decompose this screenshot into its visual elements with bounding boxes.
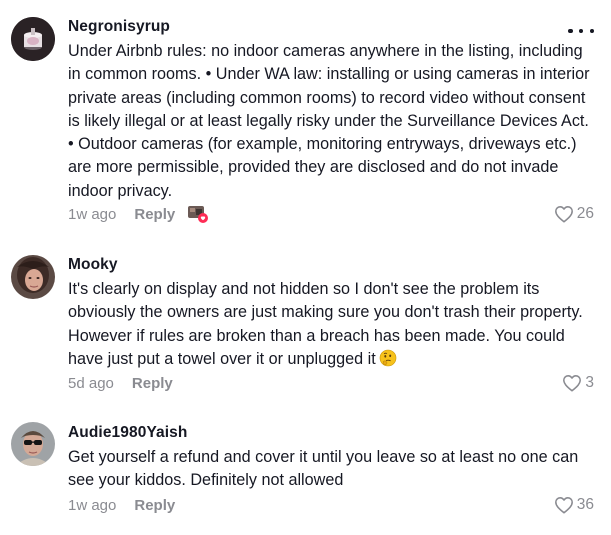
reply-button[interactable]: Reply: [134, 206, 175, 223]
comment-time: 1w ago: [68, 205, 117, 223]
comment-text: Get yourself a refund and cover it until…: [68, 448, 579, 490]
comment-item: Mooky It's clearly on display and not hi…: [0, 240, 611, 400]
comment-text: It's clearly on display and not hidden s…: [68, 278, 593, 374]
comment-username[interactable]: Audie1980Yaish: [68, 424, 187, 442]
comment-item: Audie1980Yaish Get yourself a refund and…: [0, 408, 611, 533]
heart-outline-icon: [563, 375, 582, 392]
creator-liked-sticker-icon: [187, 204, 209, 224]
heart-outline-icon: [554, 497, 573, 514]
like-button[interactable]: 36: [554, 494, 594, 516]
avatar[interactable]: [11, 17, 55, 61]
comment-time: 1w ago: [68, 496, 117, 514]
comment-meta: 5d ago Reply: [68, 372, 173, 394]
like-button[interactable]: 3: [562, 372, 594, 394]
thinking-face-icon: [379, 349, 397, 374]
comment-text-body: It's clearly on display and not hidden s…: [68, 280, 583, 368]
comment-item: Negronisyrup Under Airbnb rules: no indo…: [0, 0, 611, 230]
like-button[interactable]: 26: [554, 203, 594, 225]
like-count: 3: [585, 374, 594, 391]
comment-meta: 1w ago Reply: [68, 203, 209, 225]
comment-username[interactable]: Negronisyrup: [68, 18, 170, 36]
avatar[interactable]: [11, 255, 55, 299]
comment-text: Under Airbnb rules: no indoor cameras an…: [68, 42, 590, 200]
reply-button[interactable]: Reply: [134, 497, 175, 514]
comment-time: 5d ago: [68, 374, 114, 392]
reply-button[interactable]: Reply: [132, 375, 173, 392]
heart-outline-icon: [554, 206, 573, 223]
like-count: 36: [576, 496, 594, 513]
comment-meta: 1w ago Reply: [68, 494, 175, 516]
like-count: 26: [576, 205, 594, 222]
avatar[interactable]: [11, 422, 55, 466]
more-options-icon[interactable]: [568, 24, 594, 38]
comment-username[interactable]: Mooky: [68, 256, 118, 274]
